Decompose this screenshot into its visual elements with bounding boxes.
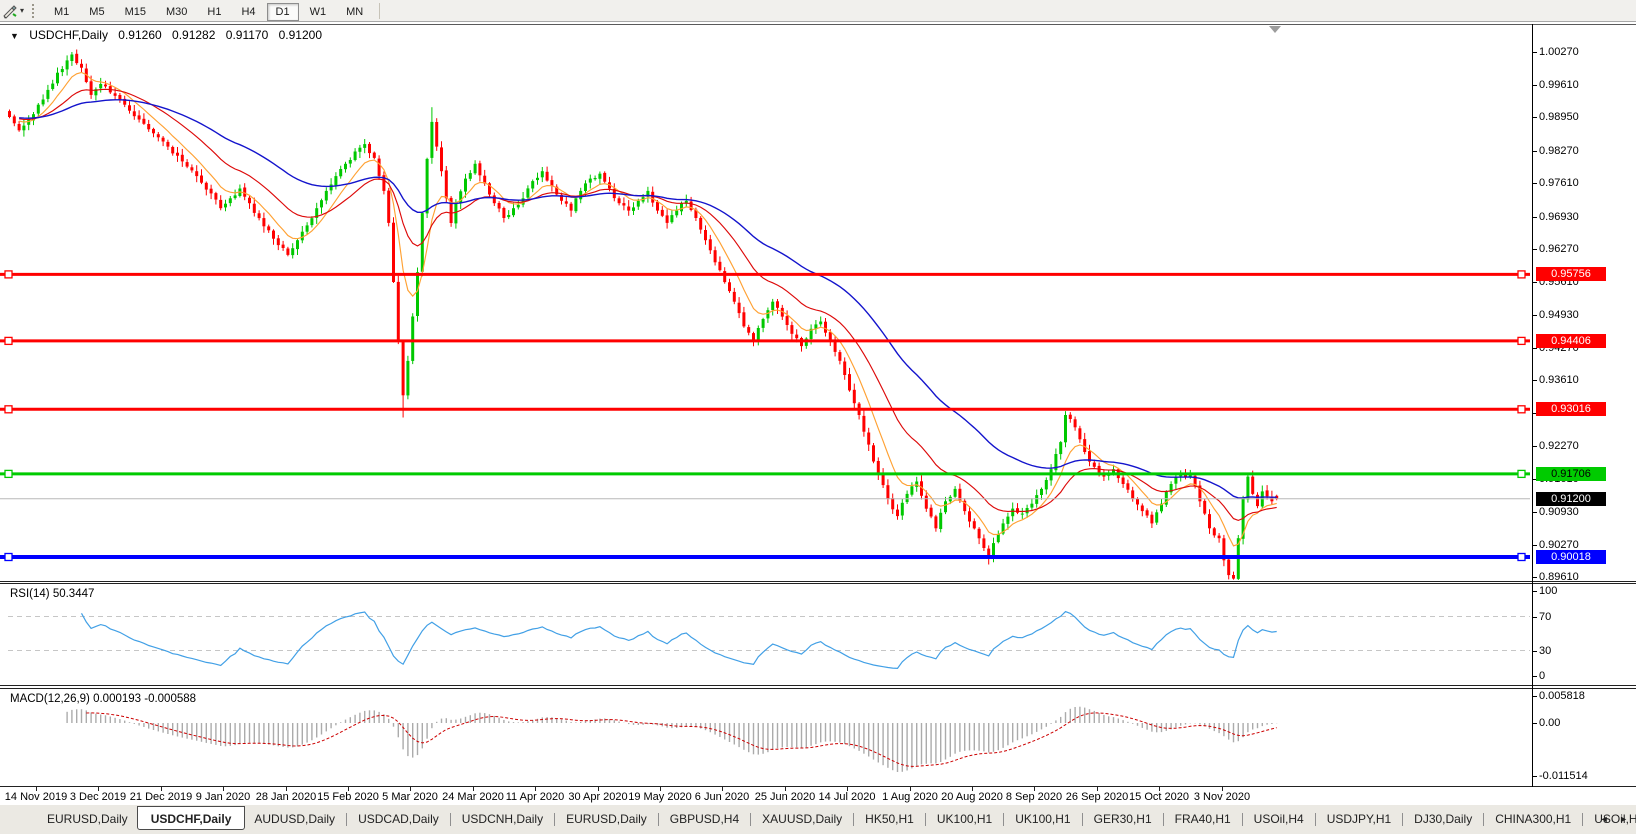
quote-high: 0.91282 <box>172 28 216 42</box>
symbol-tab-eurusd-daily[interactable]: EURUSD,Daily <box>557 810 656 828</box>
symbol-tab-usdchf-daily[interactable]: USDCHF,Daily <box>136 806 246 830</box>
timeframe-button-m30[interactable]: M30 <box>157 3 196 21</box>
tab-divider <box>1162 813 1164 826</box>
symbol-tab-usoil-h4[interactable]: USOil,H4 <box>1245 810 1313 828</box>
symbol-tabs: EURUSD,Daily USDCHF,Daily AUDUSD,Daily USDC… <box>38 806 1636 830</box>
timeframe-button-m15[interactable]: M15 <box>116 3 155 21</box>
timeframe-button-h4[interactable]: H4 <box>232 3 264 21</box>
symbol-tab-dj30-daily[interactable]: DJ30,Daily <box>1405 810 1481 828</box>
tab-divider <box>750 813 752 826</box>
date-label: 26 Sep 2020 <box>1065 791 1129 803</box>
quote-low: 0.91170 <box>225 28 269 42</box>
price-level-line[interactable] <box>0 405 1530 414</box>
collapse-arrow-icon[interactable]: ▼ <box>10 31 19 41</box>
rsi-pane[interactable] <box>0 583 1636 686</box>
date-label: 3 Dec 2019 <box>69 791 127 803</box>
mt4-chart-window: ▾ M1 M5 M15 M30 H1 H4 D1 W1 MN ▼ USDCHF,Daily 0.… <box>0 0 1636 834</box>
quote-open: 0.91260 <box>118 28 162 42</box>
timeframe-buttons: M1 M5 M15 M30 H1 H4 D1 W1 MN <box>44 2 373 21</box>
date-axis: 14 Nov 2019 3 Dec 2019 21 Dec 2019 9 Jan 20… <box>0 787 1636 804</box>
date-label: 15 Oct 2020 <box>1129 791 1189 803</box>
tab-divider <box>1241 813 1243 826</box>
date-label: 20 Aug 2020 <box>941 791 1003 803</box>
date-label: 6 Jun 2020 <box>694 791 750 803</box>
tab-divider <box>1582 813 1584 826</box>
symbol-tab-china300-h1[interactable]: CHINA300,H1 <box>1486 810 1580 828</box>
price-level-line[interactable] <box>0 469 1530 479</box>
main-price-pane[interactable] <box>0 24 1636 582</box>
tab-divider <box>1081 813 1083 826</box>
chart-shift-marker-icon <box>1269 26 1281 33</box>
timeframe-button-m5[interactable]: M5 <box>80 3 113 21</box>
scroll-tabs-left-icon[interactable]: ◄ <box>1600 814 1609 824</box>
symbol-tab-xauusd-daily[interactable]: XAUUSD,Daily <box>753 810 851 828</box>
chart-symbol-period: USDCHF,Daily <box>29 28 108 42</box>
date-label: 14 Jul 2020 <box>818 791 876 803</box>
price-level-line[interactable] <box>0 552 1530 562</box>
date-label: 5 Mar 2020 <box>382 791 438 803</box>
scroll-tabs-right-icon[interactable]: ► <box>1619 814 1628 824</box>
tab-divider <box>1402 813 1404 826</box>
date-label: 28 Jan 2020 <box>255 791 317 803</box>
tab-divider <box>1483 813 1485 826</box>
date-label: 11 Apr 2020 <box>505 791 565 803</box>
macd-indicator-label: MACD(12,26,9) 0.000193 -0.000588 <box>10 693 197 705</box>
timeframe-button-mn[interactable]: MN <box>337 3 372 21</box>
rsi-indicator-label: RSI(14) 50.3447 <box>10 588 95 600</box>
symbol-tab-eurusd-daily[interactable]: EURUSD,Daily <box>38 810 137 828</box>
pen-icon <box>3 4 17 19</box>
date-label: 1 Aug 2020 <box>882 791 938 803</box>
symbol-tab-audusd-daily[interactable]: AUDUSD,Daily <box>245 810 344 828</box>
rsi-chart <box>8 610 1530 670</box>
draw-tool-dropdown-icon[interactable]: ▾ <box>20 6 24 15</box>
timeframe-toolbar: ▾ M1 M5 M15 M30 H1 H4 D1 W1 MN <box>0 0 1636 22</box>
price-level-line[interactable] <box>0 270 1530 279</box>
timeframe-button-h1[interactable]: H1 <box>198 3 230 21</box>
tab-divider <box>853 813 855 826</box>
tab-divider <box>346 813 348 826</box>
draw-tool-icon[interactable] <box>2 3 18 19</box>
macd-chart <box>66 706 1278 772</box>
symbol-tab-hk50-h1[interactable]: HK50,H1 <box>856 810 923 828</box>
symbol-tab-uk100-h1[interactable]: UK100,H1 <box>1006 810 1079 828</box>
date-label: 30 Apr 2020 <box>568 791 628 803</box>
tab-divider <box>1003 813 1005 826</box>
tab-divider <box>924 813 926 826</box>
symbol-tab-usdcad-daily[interactable]: USDCAD,Daily <box>349 810 448 828</box>
symbol-tab-fra40-h1[interactable]: FRA40,H1 <box>1166 810 1240 828</box>
date-label: 21 Dec 2019 <box>129 791 193 803</box>
date-label: 25 Jun 2020 <box>754 791 816 803</box>
date-label: 8 Sep 2020 <box>1005 791 1063 803</box>
timeframe-button-w1[interactable]: W1 <box>301 3 336 21</box>
date-label: 24 Mar 2020 <box>442 791 504 803</box>
tab-divider <box>449 813 451 826</box>
tab-divider <box>657 813 659 826</box>
quote-close: 0.91200 <box>278 28 322 42</box>
price-axis-line <box>1532 24 1533 787</box>
candlestick-chart <box>0 49 1530 580</box>
tab-scroll-buttons: ◄ ► <box>1592 814 1628 824</box>
tab-divider <box>1314 813 1316 826</box>
symbol-tab-ger30-h1[interactable]: GER30,H1 <box>1085 810 1161 828</box>
chart-title: ▼ USDCHF,Daily 0.91260 0.91282 0.91170 0… <box>10 28 329 42</box>
macd-pane[interactable] <box>0 688 1636 787</box>
date-label: 9 Jan 2020 <box>195 791 251 803</box>
timeframe-button-m1[interactable]: M1 <box>45 3 78 21</box>
symbol-tab-uk100-h1[interactable]: UK100,H1 <box>928 810 1001 828</box>
symbol-tab-usdjpy-h1[interactable]: USDJPY,H1 <box>1318 810 1400 828</box>
symbol-tab-usdcnh-daily[interactable]: USDCNH,Daily <box>453 810 552 828</box>
timeframe-button-d1[interactable]: D1 <box>266 2 299 21</box>
toolbar-separator <box>379 2 381 19</box>
symbol-tab-bar: EURUSD,Daily USDCHF,Daily AUDUSD,Daily USDC… <box>0 804 1636 834</box>
symbol-tab-gbpusd-h4[interactable]: GBPUSD,H4 <box>661 810 748 828</box>
tab-divider <box>554 813 556 826</box>
date-label: 3 Nov 2020 <box>1193 791 1251 803</box>
price-level-line[interactable] <box>0 336 1530 346</box>
toolbar-grip <box>32 3 36 18</box>
date-label: 19 May 2020 <box>628 791 692 803</box>
date-label: 14 Nov 2019 <box>4 791 68 803</box>
date-label: 15 Feb 2020 <box>317 791 379 803</box>
